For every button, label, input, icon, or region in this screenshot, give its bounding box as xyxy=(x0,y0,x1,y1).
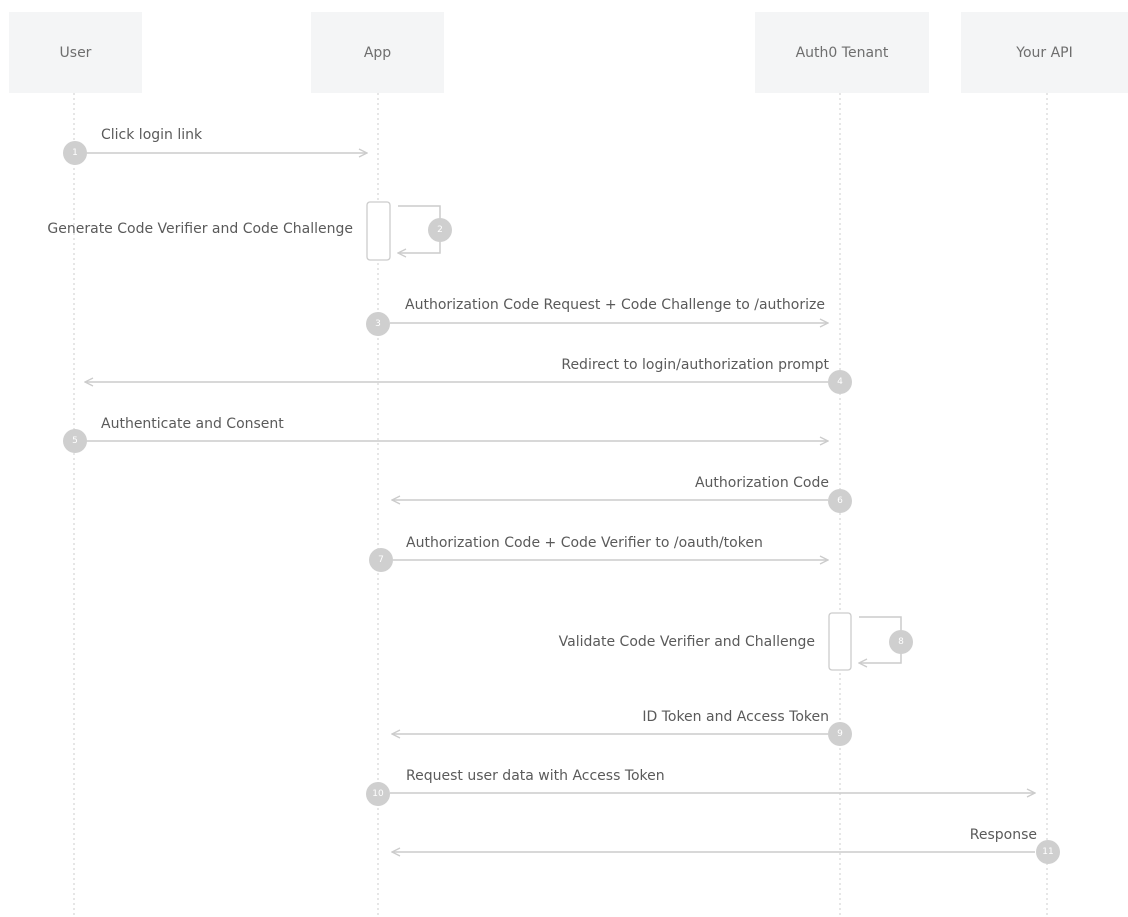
step-badge-2: 2 xyxy=(428,218,452,242)
step-label-1: Click login link xyxy=(101,127,203,143)
step-label-10: Request user data with Access Token xyxy=(406,768,665,784)
step-badge-6: 6 xyxy=(828,489,852,513)
step-label-2: Generate Code Verifier and Code Challeng… xyxy=(47,221,353,237)
step-badge-1: 1 xyxy=(63,141,87,165)
activation-app xyxy=(366,201,391,261)
participant-user: User xyxy=(9,12,142,93)
step-badge-5: 5 xyxy=(63,429,87,453)
participant-label: Auth0 Tenant xyxy=(795,44,889,61)
step-badge-3: 3 xyxy=(366,312,390,336)
step-label-9: ID Token and Access Token xyxy=(642,709,829,725)
participant-label: User xyxy=(59,44,92,61)
step-label-3: Authorization Code Request + Code Challe… xyxy=(405,297,825,313)
participant-app: App xyxy=(311,12,444,93)
step-label-7: Authorization Code + Code Verifier to /o… xyxy=(406,535,763,551)
step-badge-10: 10 xyxy=(366,782,390,806)
participant-your-api: Your API xyxy=(961,12,1128,93)
step-label-11: Response xyxy=(969,827,1037,843)
participant-label: App xyxy=(363,44,392,61)
step-label-4: Redirect to login/authorization prompt xyxy=(561,357,829,373)
activation-auth0 xyxy=(828,612,852,671)
step-badge-7: 7 xyxy=(369,548,393,572)
participant-auth0-tenant: Auth0 Tenant xyxy=(755,12,929,93)
step-label-5: Authenticate and Consent xyxy=(101,416,284,432)
step-badge-9: 9 xyxy=(828,722,852,746)
step-label-8: Validate Code Verifier and Challenge xyxy=(558,634,815,650)
step-badge-4: 4 xyxy=(828,370,852,394)
step-badge-11: 11 xyxy=(1036,840,1060,864)
sequence-diagram: User App Auth0 Tenant Your API Click log… xyxy=(0,0,1128,917)
step-badge-8: 8 xyxy=(889,630,913,654)
participant-label: Your API xyxy=(1016,44,1073,61)
step-label-6: Authorization Code xyxy=(694,475,829,491)
